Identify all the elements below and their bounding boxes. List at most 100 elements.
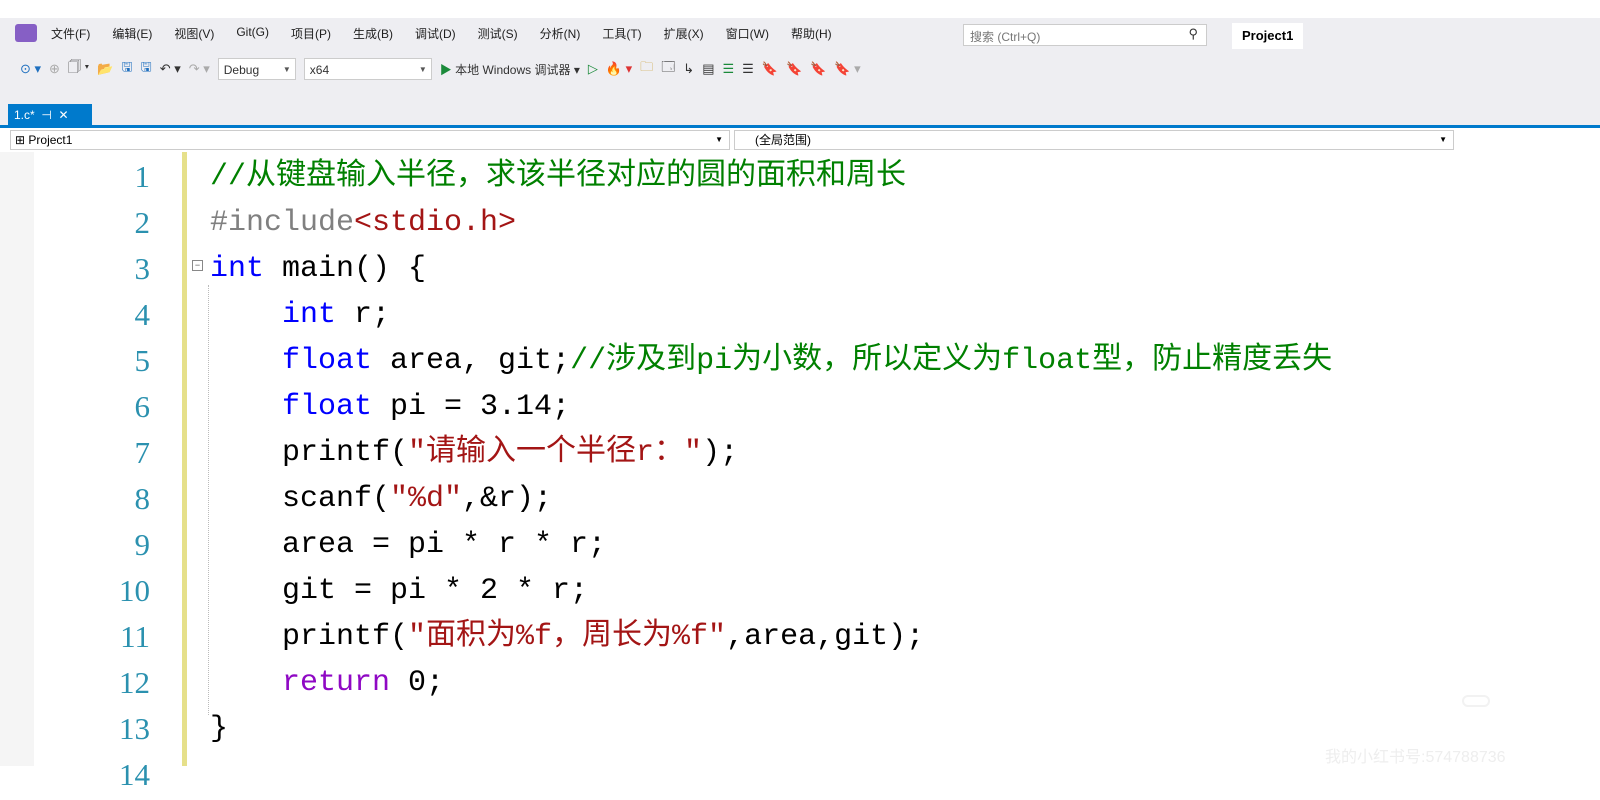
- code-line[interactable]: //从键盘输入半径，求该半径对应的圆的面积和周长: [210, 154, 906, 200]
- collapse-icon[interactable]: −: [192, 260, 203, 271]
- menu-item[interactable]: 项目(P): [291, 25, 331, 42]
- line-number: 13: [119, 711, 150, 746]
- start-debugging-button[interactable]: ▶ 本地 Windows 调试器 ▾: [440, 61, 580, 78]
- code-token: scanf(: [210, 482, 391, 516]
- menu-item[interactable]: 分析(N): [540, 25, 581, 42]
- search-input[interactable]: 搜索 (Ctrl+Q) ⚲: [963, 24, 1207, 46]
- back-icon[interactable]: ⊙ ▾: [20, 61, 41, 77]
- comment-icon[interactable]: ☰: [722, 61, 734, 77]
- code-token: "%d": [390, 482, 463, 516]
- code-token: area = pi * r * r;: [210, 528, 607, 562]
- scope-name: (全局范围): [755, 133, 811, 147]
- tab-label: 1.c*: [14, 108, 35, 122]
- search-placeholder: 搜索 (Ctrl+Q): [970, 30, 1041, 44]
- code-line[interactable]: printf("请输入一个半径r：");: [210, 430, 738, 476]
- code-token: area, git;: [372, 344, 571, 378]
- code-token: }: [210, 712, 229, 746]
- close-icon[interactable]: ✕: [58, 108, 68, 122]
- step-icon[interactable]: ↳: [683, 61, 694, 77]
- bookmark-icon[interactable]: 🔖: [762, 61, 778, 77]
- code-line[interactable]: area = pi * r * r;: [210, 522, 606, 568]
- save-all-icon[interactable]: 🖫: [141, 58, 152, 80]
- project-name: Project1: [28, 133, 73, 147]
- menu-item[interactable]: 生成(B): [353, 25, 393, 42]
- line-number: 8: [134, 481, 151, 516]
- tab-1-c[interactable]: 1.c* ⊣ ✕: [8, 104, 92, 126]
- save-icon[interactable]: 🖫: [122, 58, 133, 80]
- configuration-select[interactable]: Debug ▼: [217, 58, 296, 80]
- line-number: 6: [134, 389, 151, 424]
- find-in-files-icon[interactable]: 🗀: [640, 58, 653, 80]
- code-line[interactable]: int main() {: [210, 246, 426, 292]
- line-number: 1: [134, 159, 151, 194]
- next-bookmark-icon[interactable]: 🔖: [810, 61, 826, 77]
- new-project-icon[interactable]: 🗍 ▾: [68, 58, 89, 80]
- line-number: 2: [134, 205, 151, 240]
- code-token: );: [702, 436, 739, 470]
- forward-icon[interactable]: ⊕: [49, 61, 60, 77]
- code-line[interactable]: int r;: [210, 292, 390, 338]
- uncomment-icon[interactable]: ☰: [742, 61, 754, 77]
- code-line[interactable]: return 0;: [210, 660, 444, 706]
- code-line[interactable]: #include<stdio.h>: [210, 200, 516, 246]
- configuration-value: Debug: [223, 63, 260, 77]
- line-number: 5: [134, 343, 151, 378]
- code-token: //从键盘输入半径，求该半径对应的圆的面积和周长: [210, 160, 907, 194]
- chevron-down-icon: ▼: [715, 135, 723, 144]
- toggle-icon[interactable]: ▤: [702, 61, 714, 77]
- line-number: 3: [134, 251, 151, 286]
- code-token: printf(: [210, 620, 409, 654]
- pin-icon[interactable]: ⊣: [41, 108, 51, 122]
- menu-item[interactable]: 帮助(H): [791, 25, 832, 42]
- code-token: #include: [210, 206, 355, 240]
- code-token: int: [282, 298, 337, 332]
- start-without-debugging-icon[interactable]: ▷: [588, 61, 598, 77]
- code-line[interactable]: scanf("%d",&r);: [210, 476, 552, 522]
- menu-item[interactable]: 测试(S): [478, 25, 518, 42]
- change-tracking-bar: [182, 152, 187, 766]
- toolbar: ⊙ ▾ ⊕ 🗍 ▾ 📂 🖫 🖫 ↶ ▾ ↷ ▾ Debug ▼ x64 ▼ ▶ 本地…: [20, 58, 861, 80]
- window-layout-icon[interactable]: 🗔: [661, 58, 675, 80]
- chevron-down-icon: ▼: [282, 65, 291, 74]
- menu-item[interactable]: 调试(D): [415, 25, 456, 42]
- code-line[interactable]: git = pi * 2 * r;: [210, 568, 588, 614]
- watermark-logo: [1462, 695, 1490, 707]
- code-token: "面积为%f，周长为%f": [408, 620, 727, 654]
- platform-select[interactable]: x64 ▼: [303, 58, 432, 80]
- menu-item[interactable]: 扩展(X): [664, 25, 704, 42]
- menu-item[interactable]: 编辑(E): [112, 25, 152, 42]
- play-icon: ▶: [439, 62, 452, 77]
- code-token: ,&r);: [462, 482, 553, 516]
- project-dropdown[interactable]: ⊞ Project1 ▼: [10, 130, 730, 150]
- line-number: 9: [134, 527, 151, 562]
- undo-icon[interactable]: ↶ ▾: [160, 61, 181, 77]
- code-token: //涉及到pi为小数，所以定义为float型，防止精度丢失: [570, 344, 1333, 378]
- menu-item[interactable]: Git(G): [236, 25, 269, 42]
- prev-bookmark-icon[interactable]: 🔖: [786, 61, 802, 77]
- code-token: float: [282, 344, 373, 378]
- project-icon: ⊞: [15, 133, 26, 147]
- code-token: r;: [336, 298, 391, 332]
- code-line[interactable]: }: [210, 706, 228, 752]
- hot-reload-icon[interactable]: 🔥 ▾: [606, 61, 632, 77]
- code-line[interactable]: float pi = 3.14;: [210, 384, 570, 430]
- open-file-icon[interactable]: 📂: [97, 61, 113, 77]
- code-token: printf(: [210, 436, 409, 470]
- menu-item[interactable]: 文件(F): [51, 25, 90, 42]
- menu-item[interactable]: 窗口(W): [726, 25, 769, 42]
- visual-studio-logo-icon: [15, 24, 37, 42]
- line-number: 10: [119, 573, 150, 608]
- menu-item[interactable]: 工具(T): [602, 25, 641, 42]
- menu-item[interactable]: 视图(V): [174, 25, 214, 42]
- clear-bookmarks-icon[interactable]: 🔖 ▾: [834, 61, 860, 77]
- scope-dropdown[interactable]: (全局范围) ▼: [734, 130, 1454, 150]
- line-number: 11: [120, 619, 150, 654]
- search-icon[interactable]: ⚲: [1188, 26, 1198, 42]
- code-line[interactable]: printf("面积为%f，周长为%f",area,git);: [210, 614, 924, 660]
- redo-icon[interactable]: ↷ ▾: [189, 61, 210, 77]
- code-line[interactable]: float area, git;//涉及到pi为小数，所以定义为float型，防…: [210, 338, 1332, 384]
- tab-underline: [0, 125, 1600, 128]
